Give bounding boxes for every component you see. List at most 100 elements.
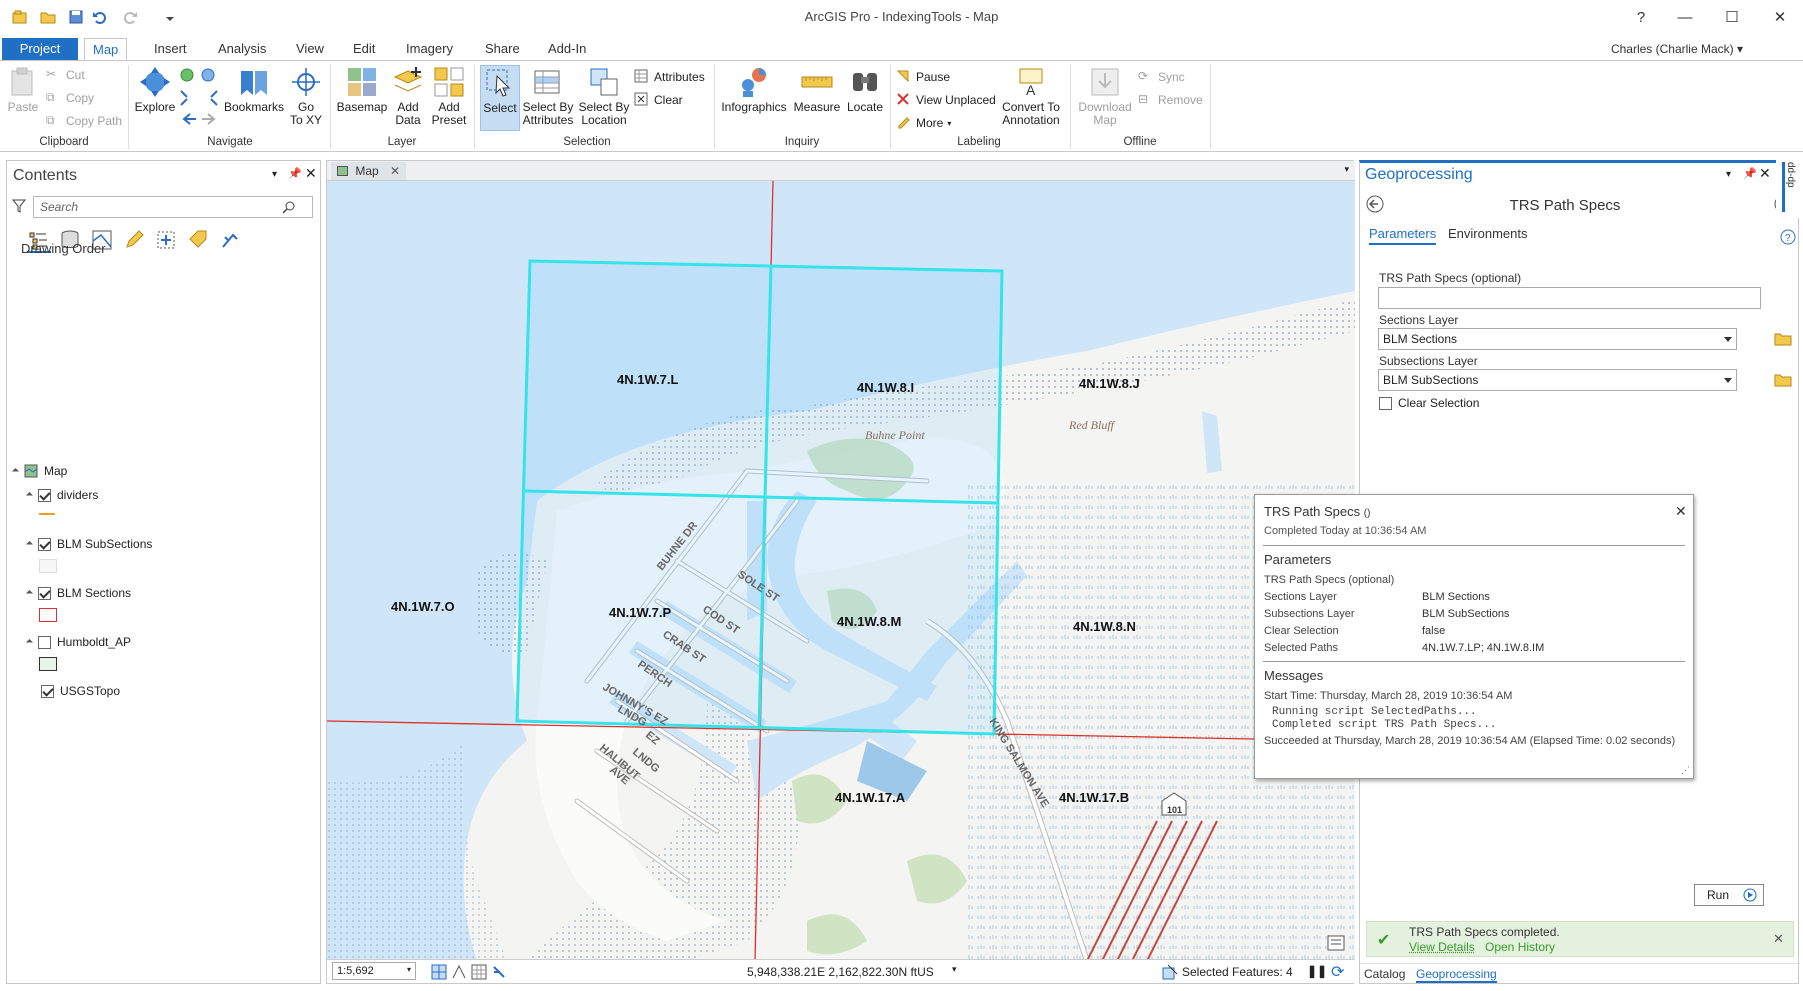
tab-add-in[interactable]: Add-In: [540, 38, 594, 61]
map-notes-icon[interactable]: [1327, 935, 1345, 951]
help-button[interactable]: ?: [1621, 4, 1661, 30]
copy-path-button[interactable]: ⧉ Copy Path: [46, 111, 122, 131]
coordinate-format-icon[interactable]: ▾: [952, 964, 957, 975]
table-grid-icon[interactable]: [471, 964, 487, 980]
layer-humboldt-ap[interactable]: Humboldt_AP: [25, 634, 131, 650]
list-by-snapping-icon[interactable]: [155, 229, 177, 251]
tab-imagery[interactable]: Imagery: [398, 38, 461, 61]
layer-visibility-checkbox[interactable]: [38, 586, 51, 600]
pin-icon[interactable]: 📌: [1743, 167, 1757, 180]
snapping-icon[interactable]: [451, 964, 467, 980]
remove-button[interactable]: ⊟ Remove: [1138, 90, 1203, 110]
correction-icon[interactable]: [491, 964, 507, 980]
expand-icon[interactable]: [25, 491, 34, 499]
attributes-button[interactable]: Attributes: [634, 67, 705, 87]
browse-folder-icon[interactable]: [1774, 332, 1792, 346]
tab-share[interactable]: Share: [477, 38, 528, 61]
selected-features-count[interactable]: Selected Features: 4: [1182, 965, 1293, 979]
list-by-perspective-icon[interactable]: [219, 229, 241, 251]
tab-parameters[interactable]: Parameters: [1369, 226, 1437, 245]
grid-tool-icon[interactable]: [431, 964, 447, 980]
close-popup-icon[interactable]: ✕: [1675, 503, 1687, 520]
sections-layer-select[interactable]: BLM Sections: [1378, 328, 1737, 350]
map-canvas[interactable]: 4N.1W.7.L 4N.1W.8.I 4N.1W.8.J 4N.1W.7.O …: [327, 181, 1355, 961]
resize-grip-icon[interactable]: ⋰: [1681, 765, 1690, 776]
close-map-tab-icon[interactable]: ✕: [390, 164, 400, 178]
view-details-link[interactable]: View Details: [1409, 940, 1475, 954]
add-data-button[interactable]: Add Data: [390, 65, 426, 127]
layer-visibility-checkbox[interactable]: [38, 635, 51, 649]
tab-geoprocessing[interactable]: Geoprocessing: [1416, 967, 1497, 983]
contents-search-input[interactable]: Search: [33, 196, 313, 218]
layer-usgstopo[interactable]: USGSTopo: [41, 683, 120, 699]
layer-blm-sections[interactable]: BLM Sections: [25, 585, 131, 601]
go-to-xy-button[interactable]: Go To XY: [288, 65, 324, 127]
help-icon[interactable]: ?: [1780, 229, 1796, 245]
close-pane-icon[interactable]: ✕: [305, 165, 317, 182]
layer-visibility-checkbox[interactable]: [38, 537, 51, 551]
map-drawing[interactable]: 4N.1W.7.L 4N.1W.8.I 4N.1W.8.J 4N.1W.7.O …: [327, 181, 1355, 961]
convert-to-annotation-button[interactable]: A Convert To Annotation: [998, 65, 1064, 127]
pane-menu-icon[interactable]: ▾: [272, 169, 277, 180]
infographics-button[interactable]: Infographics: [720, 65, 788, 114]
clear-selection-button[interactable]: Clear: [634, 90, 683, 110]
tab-catalog[interactable]: Catalog: [1364, 967, 1405, 981]
clear-selection-option[interactable]: Clear Selection: [1379, 396, 1479, 410]
subsections-layer-select[interactable]: BLM SubSections: [1378, 369, 1737, 391]
tab-edit[interactable]: Edit: [345, 38, 383, 61]
browse-folder-icon[interactable]: [1774, 373, 1792, 387]
map-tab-menu-icon[interactable]: ▾: [1344, 164, 1349, 175]
copy-button[interactable]: ⧉ Copy: [46, 88, 94, 108]
tab-view[interactable]: View: [288, 38, 332, 61]
maximize-button[interactable]: ☐: [1712, 4, 1752, 30]
cut-button[interactable]: ✂ Cut: [46, 65, 85, 85]
list-by-labeling-icon[interactable]: [187, 229, 209, 251]
explore-button[interactable]: Explore: [134, 65, 176, 114]
layer-visibility-checkbox[interactable]: [41, 684, 54, 698]
expand-icon[interactable]: [25, 589, 34, 597]
select-button[interactable]: Select: [480, 65, 520, 131]
close-pane-icon[interactable]: ✕: [1759, 165, 1771, 182]
tab-project[interactable]: Project: [2, 38, 78, 61]
list-by-editing-icon[interactable]: [123, 229, 145, 251]
trs-path-specs-input[interactable]: [1378, 287, 1761, 309]
minimize-button[interactable]: —: [1665, 4, 1705, 30]
filter-icon[interactable]: [12, 199, 26, 213]
refresh-icon[interactable]: ⟳: [1331, 962, 1344, 982]
scale-selector[interactable]: 1:5,692 ▾: [332, 962, 416, 980]
open-history-link[interactable]: Open History: [1485, 940, 1555, 954]
pin-icon[interactable]: 📌: [288, 167, 302, 180]
measure-button[interactable]: Measure: [792, 65, 842, 114]
user-account[interactable]: Charles (Charlie Mack) ▾: [1611, 42, 1743, 56]
layer-visibility-checkbox[interactable]: [38, 488, 51, 502]
pane-menu-icon[interactable]: ▾: [1726, 169, 1731, 180]
pause-labeling-button[interactable]: Pause: [896, 67, 950, 87]
close-button[interactable]: ✕: [1760, 4, 1800, 30]
side-dock-tab[interactable]: dd-dp: [1776, 158, 1803, 218]
tab-environments[interactable]: Environments: [1448, 226, 1527, 241]
locate-button[interactable]: Locate: [844, 65, 886, 114]
layer-dividers[interactable]: dividers: [25, 487, 98, 503]
add-preset-button[interactable]: Add Preset: [428, 65, 470, 127]
run-button[interactable]: Run: [1694, 884, 1764, 906]
view-unplaced-button[interactable]: View Unplaced: [896, 90, 996, 110]
search-icon[interactable]: [282, 200, 296, 214]
tab-insert[interactable]: Insert: [146, 38, 195, 61]
select-by-attributes-button[interactable]: Select By Attributes: [522, 65, 574, 127]
basemap-button[interactable]: Basemap: [336, 65, 388, 114]
download-map-button[interactable]: Download Map: [1074, 65, 1136, 127]
map-view-tab[interactable]: Map ✕: [331, 162, 407, 180]
dismiss-banner-icon[interactable]: ✕: [1773, 931, 1784, 947]
bookmarks-button[interactable]: Bookmarks: [222, 65, 286, 114]
layer-blm-subsections[interactable]: BLM SubSections: [25, 536, 152, 552]
expand-icon[interactable]: [25, 638, 34, 646]
more-labeling-button[interactable]: More ▾: [896, 113, 951, 133]
sync-button[interactable]: ⟳ Sync: [1138, 67, 1185, 87]
clear-selection-checkbox[interactable]: [1379, 396, 1392, 410]
navigate-small-tools[interactable]: [178, 67, 220, 127]
toc-map-node[interactable]: Map: [11, 463, 67, 479]
paste-button[interactable]: Paste: [6, 65, 40, 114]
tab-analysis[interactable]: Analysis: [210, 38, 274, 61]
select-by-location-button[interactable]: Select By Location: [578, 65, 630, 127]
expand-icon[interactable]: [11, 467, 20, 475]
